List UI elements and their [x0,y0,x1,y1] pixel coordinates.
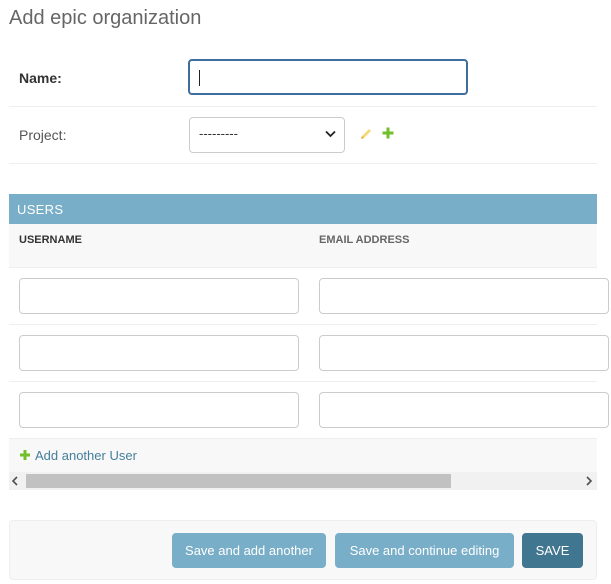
project-select[interactable]: --------- [189,117,345,153]
name-input[interactable] [188,59,468,95]
project-row: Project: --------- [9,107,597,164]
name-label: Name: [19,70,62,86]
pencil-icon[interactable] [359,127,373,141]
username-input[interactable] [19,335,299,371]
chevron-down-icon [325,130,336,138]
email-input[interactable] [319,392,609,428]
username-input[interactable] [19,278,299,314]
horizontal-scrollbar[interactable] [9,472,597,490]
email-input[interactable] [319,335,609,371]
table-row [9,268,609,325]
users-header: USERS [9,194,597,224]
plus-icon[interactable] [382,127,394,139]
project-label: Project: [19,127,67,143]
add-another-user-link[interactable]: Add another User [35,448,137,463]
scroll-left-icon[interactable] [11,476,19,486]
scroll-right-icon[interactable] [585,476,593,486]
text-caret [199,70,200,86]
scrollbar-thumb[interactable] [26,474,451,488]
submit-row: Save and add another Save and continue e… [9,520,597,580]
save-button[interactable]: SAVE [522,533,583,568]
column-email: EMAIL ADDRESS [319,234,410,246]
plus-icon [20,450,30,460]
table-column-headers: USERNAME EMAIL ADDRESS [9,224,597,268]
users-title: USERS [17,202,64,217]
page-title: Add epic organization [9,7,202,29]
table-row [9,382,609,439]
column-username: USERNAME [19,234,82,246]
project-select-value: --------- [199,126,238,141]
save-and-continue-button[interactable]: Save and continue editing [335,533,514,568]
email-input[interactable] [319,278,609,314]
table-row [9,325,609,382]
name-row: Name: [9,50,597,107]
add-another-user-row: Add another User [9,439,597,472]
username-input[interactable] [19,392,299,428]
save-and-add-another-button[interactable]: Save and add another [172,533,326,568]
users-inline-group: USERS USERNAME EMAIL ADDRESS Add another… [9,194,609,490]
